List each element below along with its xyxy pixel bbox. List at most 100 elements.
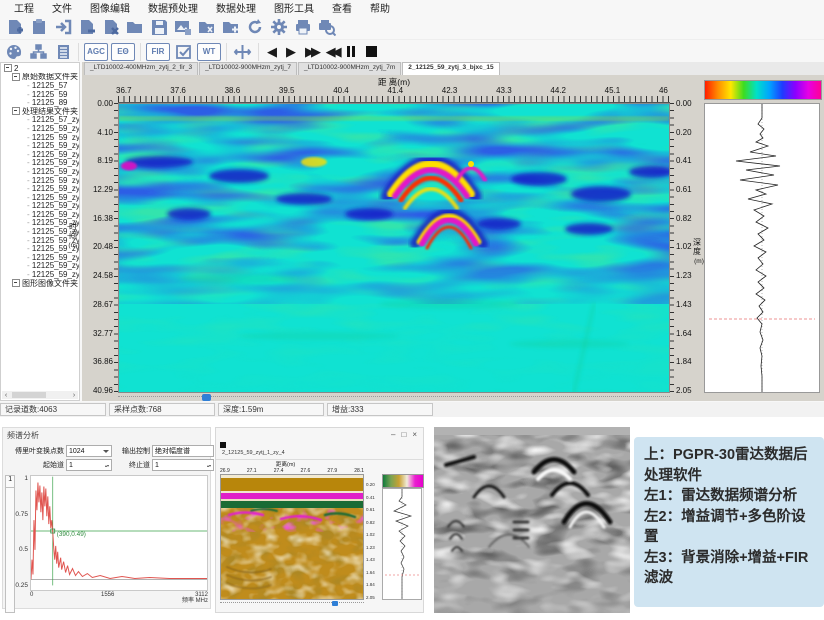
time-tick-label: 16.38 — [93, 214, 113, 223]
folder-add-icon[interactable] — [220, 17, 241, 37]
menu-item[interactable]: 数据处理 — [208, 0, 264, 15]
tree-item[interactable]: 12125_59_zy — [3, 133, 79, 142]
toolbar-process: AGC EΘ FIR WT ◀ ▶ ▶▶ ◀◀ — [0, 40, 824, 63]
wavelet-transform-button[interactable]: WT — [197, 43, 221, 61]
close-icon[interactable]: × — [412, 430, 417, 439]
edit-brush-icon[interactable] — [173, 42, 194, 62]
tree-item[interactable]: 原始数据文件夹 — [3, 73, 79, 82]
spinner-icon[interactable]: ▴▾ — [207, 464, 211, 467]
tree-horizontal-scrollbar[interactable]: ‹ › — [2, 391, 78, 399]
tree-item[interactable]: 12125_59_zy — [3, 262, 79, 271]
menu-item[interactable]: 帮助 — [362, 0, 398, 15]
bottom-panels: 频谱分析 傅里叶变换点数 1024 输出控制 绝对幅度谱 起始道 1▴▾ 终止道… — [0, 425, 824, 620]
settings-gear-icon[interactable] — [268, 17, 289, 37]
menu-item[interactable]: 图形工具 — [266, 0, 322, 15]
radargram-canvas[interactable] — [118, 103, 670, 393]
trace-panel[interactable] — [704, 103, 820, 393]
scroll-thumb[interactable] — [12, 392, 46, 398]
menu-item[interactable]: 图像编辑 — [82, 0, 138, 15]
trace-list[interactable]: 1 — [5, 475, 15, 613]
tree-root[interactable]: 2 — [3, 64, 79, 73]
save-icon[interactable] — [148, 17, 169, 37]
image-scrollbar[interactable] — [220, 602, 364, 607]
stop-icon[interactable] — [366, 46, 377, 57]
tree-item[interactable]: 12125_59_zy — [3, 184, 79, 193]
gain-curve-button[interactable]: EΘ — [111, 43, 135, 61]
time-tick-label: 4.10 — [97, 128, 113, 137]
tree-item[interactable]: 图形图像文件夹 — [3, 279, 79, 288]
menu-item[interactable]: 查看 — [324, 0, 360, 15]
fast-forward-icon[interactable]: ▶▶ — [302, 43, 320, 61]
tree-structure-icon[interactable] — [28, 42, 49, 62]
tree-item[interactable]: 12125_89 — [3, 98, 79, 107]
colorbar[interactable] — [704, 80, 822, 100]
tree-item[interactable]: 12125_59_zy — [3, 176, 79, 185]
tree-item[interactable]: 12125_59 — [3, 90, 79, 99]
menu-item[interactable]: 文件 — [44, 0, 80, 15]
menu-item[interactable]: 工程 — [6, 0, 42, 15]
play-back-icon[interactable]: ◀ — [264, 43, 280, 61]
colorbar[interactable] — [382, 474, 424, 488]
document-tab[interactable]: 2_12125_59_zytj_3_bjxc_15 — [402, 62, 499, 75]
document-tab[interactable]: 2_12125_59_zytj_1_zy_4 — [216, 450, 423, 460]
start-trace-input[interactable]: 1▴▾ — [66, 459, 112, 471]
refresh-icon[interactable] — [244, 17, 265, 37]
tree-item[interactable]: 处理结果文件夹 — [3, 107, 79, 116]
depth-tick-labels: 0.200.410.610.821.021.231.431.641.842.05 — [366, 474, 380, 600]
stop-icon[interactable] — [220, 442, 226, 448]
menu-item[interactable]: 数据预处理 — [140, 0, 206, 15]
tree-item[interactable]: 12125_59_zy — [3, 159, 79, 168]
trace-list-item[interactable]: 1 — [6, 476, 14, 488]
minimize-icon[interactable]: – — [391, 430, 395, 439]
collapse-icon[interactable] — [12, 279, 20, 287]
play-forward-icon[interactable]: ▶ — [283, 43, 299, 61]
data-list-icon[interactable] — [52, 42, 73, 62]
agc-gain-button[interactable]: AGC — [84, 43, 108, 61]
output-control-select[interactable]: 绝对幅度谱 — [152, 445, 214, 457]
open-folder-icon[interactable] — [124, 17, 145, 37]
collapse-icon[interactable] — [12, 73, 20, 81]
scroll-position-thumb[interactable] — [332, 601, 338, 606]
tree-item[interactable]: 12125_57 — [3, 81, 79, 90]
radargram-canvas-gold[interactable] — [220, 474, 364, 600]
tree-item[interactable]: 12125_59_zy — [3, 210, 79, 219]
collapse-icon[interactable] — [4, 64, 12, 72]
spinner-icon[interactable]: ▴▾ — [105, 464, 109, 467]
tree-item[interactable]: 12125_59_zy — [3, 270, 79, 279]
paste-icon[interactable] — [28, 17, 49, 37]
scroll-right-icon[interactable]: › — [70, 392, 78, 399]
tree-item[interactable]: 12125_59_zy — [3, 202, 79, 211]
save-image-icon[interactable] — [172, 17, 193, 37]
new-file-icon[interactable] — [4, 17, 25, 37]
tree-item[interactable]: 12125_59_zy — [3, 253, 79, 262]
fir-filter-button[interactable]: FIR — [146, 43, 170, 61]
scroll-position-thumb[interactable] — [202, 394, 211, 401]
grayscale-radargram[interactable] — [434, 427, 630, 613]
rewind-icon[interactable]: ◀◀ — [323, 43, 341, 61]
tree-item[interactable]: 12125_57_zy — [3, 116, 79, 125]
tree-item[interactable]: 12125_59_zy — [3, 167, 79, 176]
tree-item[interactable]: 12125_59_zy — [3, 124, 79, 133]
crosshair-icon[interactable] — [232, 42, 253, 62]
import-icon[interactable] — [52, 17, 73, 37]
delete-file-icon[interactable] — [100, 17, 121, 37]
pause-icon[interactable] — [343, 46, 359, 57]
print-icon[interactable] — [292, 17, 313, 37]
scroll-left-icon[interactable]: ‹ — [2, 392, 10, 399]
trace-panel[interactable] — [382, 488, 422, 600]
export-file-icon[interactable] — [76, 17, 97, 37]
document-tab[interactable]: _LTD10002-400MHzm_zytj_2_fir_3 — [84, 62, 198, 75]
palette-icon[interactable] — [4, 42, 25, 62]
document-tab[interactable]: _LTD10002-900MHzm_zytj_7m — [298, 62, 401, 75]
tree-item[interactable]: 12125_59_zy — [3, 141, 79, 150]
tree-item[interactable]: 12125_59_zy — [3, 193, 79, 202]
print-preview-icon[interactable] — [316, 17, 337, 37]
folder-cut-icon[interactable] — [196, 17, 217, 37]
fft-points-select[interactable]: 1024 — [66, 445, 112, 457]
document-tab[interactable]: _LTD10002-900MHzm_zytj_7 — [199, 62, 297, 75]
spectrum-plot[interactable]: (390,0.49) 0 1556 3112频率 MHz — [30, 475, 208, 613]
collapse-icon[interactable] — [12, 107, 20, 115]
tree-item[interactable]: 12125_59_zy — [3, 150, 79, 159]
maximize-icon[interactable]: □ — [401, 430, 406, 439]
end-trace-input[interactable]: 1▴▾ — [152, 459, 214, 471]
